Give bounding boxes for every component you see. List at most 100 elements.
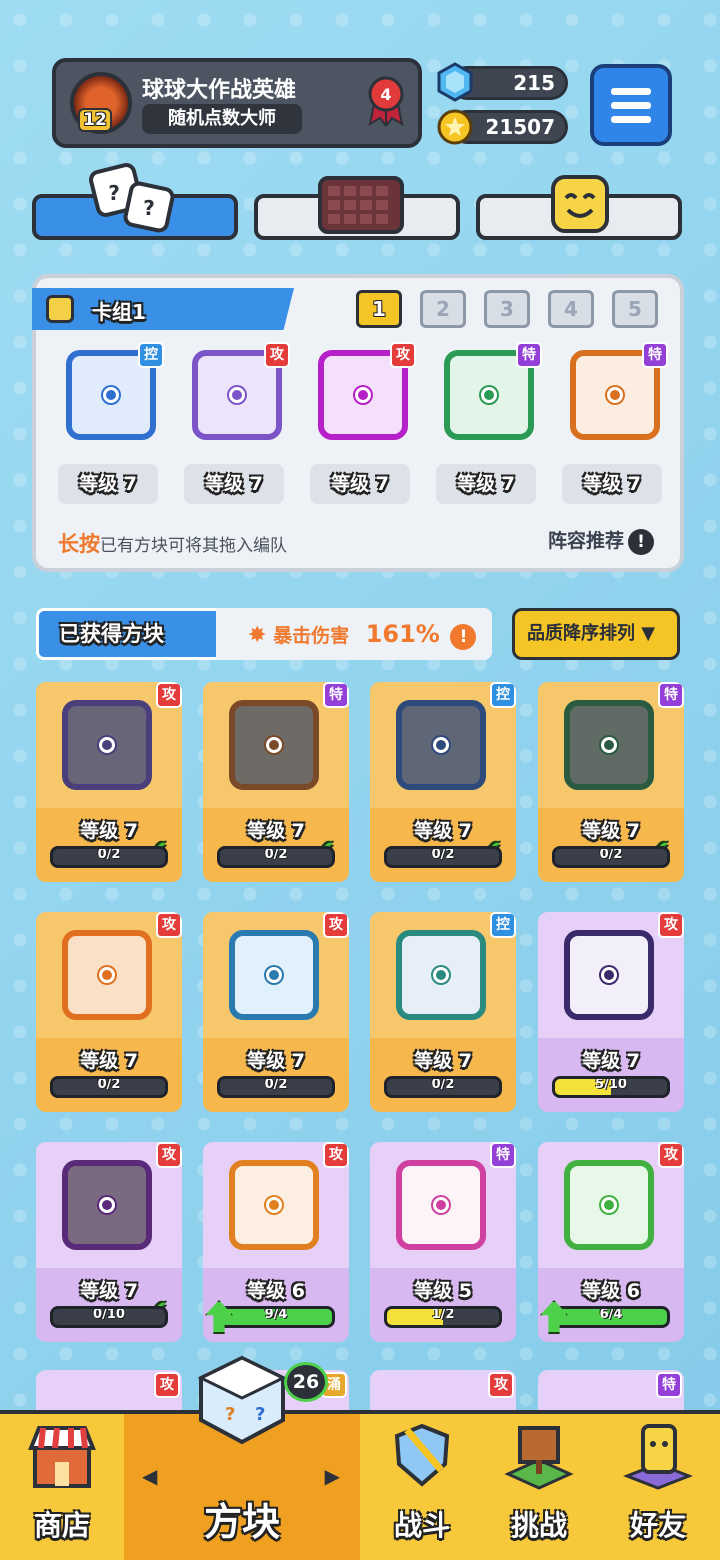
dice-pip — [433, 737, 449, 753]
crit-star-icon: ✸ — [248, 623, 267, 648]
deck-card[interactable]: 控 — [56, 340, 166, 450]
card-progress-bar: 0/2 — [217, 846, 335, 868]
nav-challenge[interactable]: 挑战 — [482, 1414, 596, 1560]
deck-slot-2[interactable]: 2 — [420, 290, 466, 328]
block-card[interactable]: 特等级 5 1/2 — [370, 1142, 516, 1342]
friends-icon — [623, 1424, 693, 1490]
progress-text: 1/2 — [431, 1307, 455, 1322]
progress-text: 0/2 — [264, 847, 288, 862]
deck-card[interactable]: 攻 — [308, 340, 418, 450]
dice-pip — [266, 1197, 282, 1213]
progress-text: 0/10 — [93, 1307, 125, 1322]
nav-next-arrow-icon[interactable]: ▶ — [325, 1464, 340, 1488]
smiley-emote-icon — [551, 175, 609, 233]
deck-card-level: 等级 7 — [184, 464, 284, 504]
dice-pip — [601, 967, 617, 983]
dice-type-tag: 攻 — [156, 1142, 182, 1168]
lineup-recommend-button[interactable]: 阵容推荐! — [548, 526, 654, 555]
player-title: 随机点数大师 — [142, 104, 302, 134]
block-card[interactable]: 攻✔等级 70/2 — [36, 682, 182, 882]
deck-slot-4[interactable]: 4 — [548, 290, 594, 328]
gem-count: 215 — [513, 71, 555, 95]
deck-card[interactable]: 攻 — [182, 340, 292, 450]
nav-battle[interactable]: 战斗 — [362, 1414, 482, 1560]
nav-label: 方块 — [203, 1500, 280, 1544]
nav-label: 好友 — [629, 1509, 686, 1542]
nav-prev-arrow-icon[interactable]: ◀ — [142, 1464, 157, 1488]
deck-card[interactable]: 特 — [560, 340, 670, 450]
block-card[interactable]: 攻✔等级 70/10 — [36, 1142, 182, 1342]
nav-shop[interactable]: 商店 — [0, 1414, 124, 1560]
tag-badge: 攻 — [154, 1372, 180, 1398]
block-card[interactable]: 控✔等级 70/2 — [370, 682, 516, 882]
battle-shield-icon — [394, 1423, 450, 1487]
dice-type-tag: 控 — [490, 682, 516, 708]
tag-badge: 攻 — [488, 1372, 514, 1398]
menu-button[interactable] — [590, 64, 672, 146]
block-card[interactable]: 攻等级 6 6/4 — [538, 1142, 684, 1342]
card-level: 等级 6 — [247, 1280, 305, 1302]
svg-text:?: ? — [143, 196, 155, 220]
card-level: 等级 7 — [80, 1050, 138, 1072]
info-icon: ! — [450, 623, 477, 650]
dice-face — [396, 930, 486, 1020]
rank-badge-icon[interactable]: 4 — [366, 76, 406, 126]
card-progress-bar: 0/2 — [50, 846, 168, 868]
card-level: 等级 7 — [414, 1050, 472, 1072]
dice-type-tag: 特 — [516, 342, 542, 368]
bottom-nav: 商店 ?? ◀ ▶ 方块 26 战斗 挑战 好友 — [0, 1355, 720, 1560]
deck-slot-5[interactable]: 5 — [612, 290, 658, 328]
board-tab-icon — [318, 176, 404, 234]
new-blocks-badge: 26 — [284, 1362, 328, 1402]
gem-icon — [437, 62, 473, 102]
card-level: 等级 7 — [247, 820, 305, 842]
deck-card[interactable]: 特 — [434, 340, 544, 450]
card-level: 等级 7 — [582, 1050, 640, 1072]
block-card[interactable]: 攻等级 7 5/10 — [538, 912, 684, 1112]
partial-card[interactable]: 特 — [538, 1370, 684, 1410]
dice-type-tag: 攻 — [156, 912, 182, 938]
card-level: 等级 7 — [414, 820, 472, 842]
dice-face — [564, 700, 654, 790]
player-level: 12 — [78, 108, 112, 132]
partial-card[interactable]: 攻 — [36, 1370, 182, 1410]
dice-pip — [481, 387, 497, 403]
deck-card-level: 等级 7 — [310, 464, 410, 504]
dice-pip — [601, 737, 617, 753]
pencil-icon[interactable] — [46, 295, 74, 323]
card-progress-bar: 5/10 — [552, 1076, 670, 1098]
block-card[interactable]: 控等级 7 0/2 — [370, 912, 516, 1112]
crit-damage-info[interactable]: ✸ 暴击伤害 161% ! — [216, 608, 492, 660]
avatar[interactable]: 12 — [70, 72, 132, 134]
deck-slot-1[interactable]: 1 — [356, 290, 402, 328]
profile-card[interactable]: 12 球球大作战英雄 随机点数大师 4 — [52, 58, 422, 148]
nav-blocks[interactable]: ?? ◀ ▶ 方块 — [124, 1355, 360, 1560]
dice-type-tag: 特 — [323, 682, 349, 708]
block-card[interactable]: 攻等级 7 0/2 — [203, 912, 349, 1112]
card-level: 等级 7 — [80, 820, 138, 842]
nav-label: 商店 — [33, 1509, 90, 1542]
dice-face — [396, 700, 486, 790]
block-card[interactable]: 攻等级 6 9/4 — [203, 1142, 349, 1342]
card-level: 等级 5 — [414, 1280, 472, 1302]
dice-pip — [433, 1197, 449, 1213]
card-progress-bar: 9/4 — [217, 1306, 335, 1328]
shop-icon — [28, 1426, 96, 1488]
crit-value: 161% — [365, 620, 440, 648]
block-card[interactable]: 特✔等级 70/2 — [538, 682, 684, 882]
block-card[interactable]: 特✔等级 70/2 — [203, 682, 349, 882]
deck-slot-3[interactable]: 3 — [484, 290, 530, 328]
dice-type-tag: 控 — [490, 912, 516, 938]
dice-type-tag: 特 — [490, 1142, 516, 1168]
drag-hint: 长按已有方块可将其拖入编队 — [58, 528, 287, 558]
nav-friends[interactable]: 好友 — [596, 1414, 720, 1560]
partial-card[interactable]: 攻 — [370, 1370, 516, 1410]
block-card[interactable]: 攻等级 7 0/2 — [36, 912, 182, 1112]
card-progress-bar: 0/2 — [217, 1076, 335, 1098]
dice-pip — [266, 967, 282, 983]
obtained-header: 已获得方块 — [36, 608, 220, 660]
tag-badge: 特 — [656, 1372, 682, 1398]
progress-text: 0/2 — [97, 1077, 121, 1092]
sort-dropdown[interactable]: 品质降序排列 ▼ — [512, 608, 680, 660]
deck-header[interactable]: 卡组1 — [32, 288, 294, 330]
